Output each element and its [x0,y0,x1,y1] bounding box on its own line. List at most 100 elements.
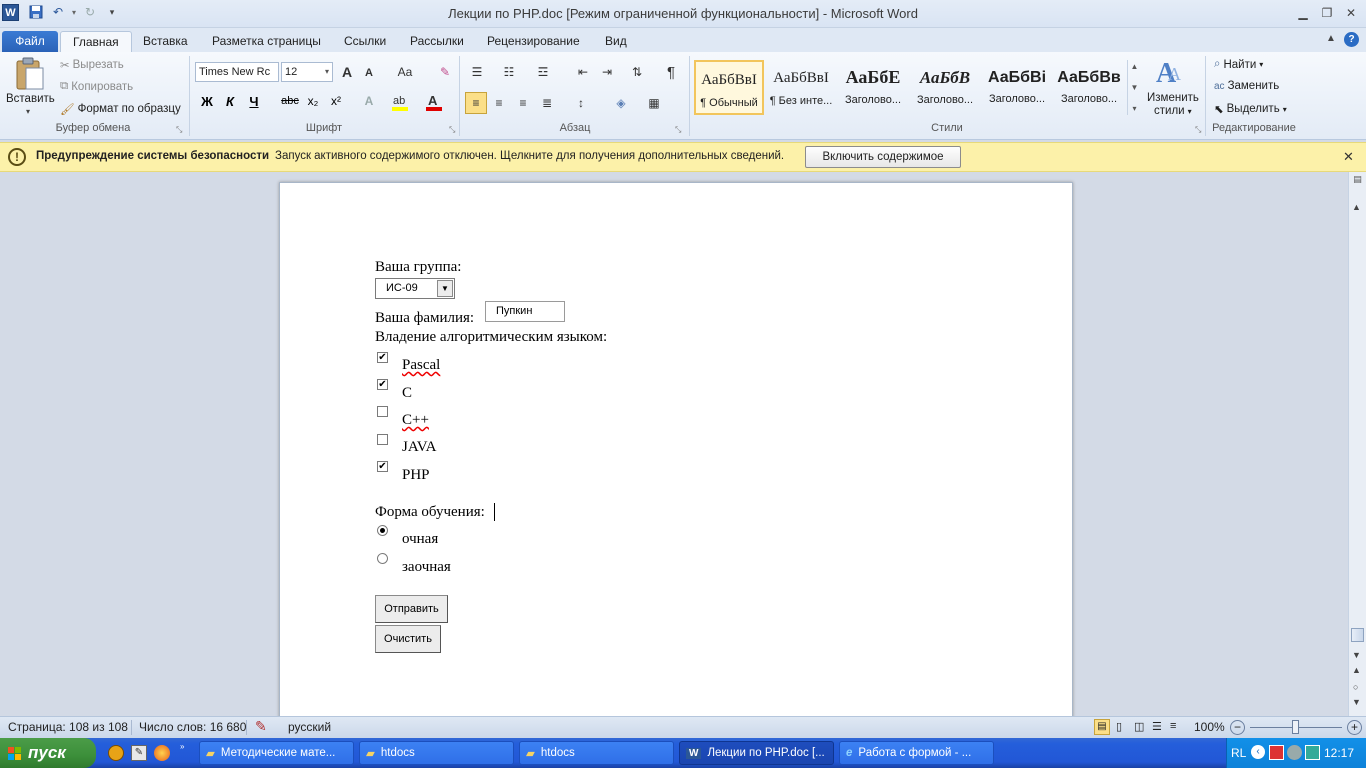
line-spacing-icon[interactable]: ↕ [572,94,590,112]
paragraph-launcher-icon[interactable]: ⤡ [675,125,681,135]
decrease-indent-icon[interactable]: ⇤ [574,63,592,81]
tab-home[interactable]: Главная [60,31,132,52]
style-heading-4[interactable]: АаБбВв Заголово... [1054,60,1124,115]
reset-button[interactable]: Очистить [375,625,441,653]
replace-button[interactable]: ac Заменить [1214,80,1279,92]
radio-part-time[interactable] [377,553,388,564]
style-heading-3[interactable]: АаБбВі Заголово... [982,60,1052,115]
font-color-icon[interactable]: A [424,92,444,112]
quicklaunch-expand-icon[interactable]: » [180,742,184,751]
change-styles-label[interactable]: Изменить [1147,92,1199,104]
style-normal[interactable]: АаБбВвІ ¶ Обычный [694,60,764,115]
font-launcher-icon[interactable]: ⤡ [449,125,455,135]
tab-view[interactable]: Вид [593,31,639,52]
select-button[interactable]: ⬉ Выделить ▾ [1214,102,1287,116]
surname-input[interactable]: Пупкин [485,301,565,322]
minimize-ribbon-icon[interactable]: ▲ [1326,33,1336,44]
checkbox-java[interactable] [377,434,388,445]
scroll-down-icon[interactable]: ▼ [1352,650,1361,660]
tab-page-layout[interactable]: Разметка страницы [200,31,333,52]
help-icon[interactable]: ? [1344,32,1359,47]
taskbar-item-folder[interactable]: ▰ htdocs [359,741,514,765]
superscript-button[interactable]: x² [327,92,345,110]
justify-button[interactable]: ≣ [538,94,556,112]
proofing-icon[interactable]: ✎ [255,718,267,735]
tab-review[interactable]: Рецензирование [475,31,592,52]
enable-content-button[interactable]: Включить содержимое [805,146,961,168]
subscript-button[interactable]: x₂ [304,92,322,110]
zoom-in-icon[interactable]: + [1347,720,1362,735]
page-counter[interactable]: Страница: 108 из 108 [8,720,128,734]
tab-references[interactable]: Ссылки [332,31,398,52]
font-size-input[interactable]: 12 ▾ [281,62,333,82]
close-icon[interactable]: ✕ [1340,4,1362,22]
align-left-button[interactable]: ≡ [465,92,487,114]
styles-gallery-scroll[interactable]: ▲ ▼ ▾ [1127,60,1141,115]
highlight-icon[interactable]: ab [390,92,410,112]
gallery-more-icon[interactable]: ▾ [1132,104,1136,113]
tray-collapse-icon[interactable]: ‹ [1251,745,1265,759]
security-message[interactable]: Запуск активного содержимого отключен. Щ… [275,150,784,162]
scroll-up-icon[interactable]: ▲ [1352,202,1361,212]
minimize-icon[interactable]: ▁ [1292,4,1314,22]
tab-mailings[interactable]: Рассылки [398,31,476,52]
change-case-icon[interactable]: Aa [394,63,416,81]
web-layout-icon[interactable]: ◫ [1134,720,1144,733]
multilevel-list-icon[interactable]: ☲ [534,63,552,81]
close-icon[interactable]: ✕ [1343,149,1354,165]
checkbox-php[interactable]: ✔ [377,461,388,472]
checkbox-cpp[interactable] [377,406,388,417]
taskbar-item-browser[interactable]: e Работа с формой - ... [839,741,994,765]
font-size-dropdown-icon[interactable]: ▾ [325,63,329,81]
chevron-down-icon[interactable]: ▼ [1131,83,1139,92]
style-heading-2[interactable]: АаБбВ Заголово... [910,60,980,115]
paste-dropdown-icon[interactable]: ▾ [26,107,30,116]
outline-icon[interactable]: ☰ [1152,720,1162,733]
radio-full-time[interactable] [377,525,388,536]
browse-object-icon[interactable]: ○ [1353,682,1358,692]
quicklaunch-app-icon[interactable] [108,745,124,761]
font-name-input[interactable]: Times New Rc [195,62,279,82]
increase-indent-icon[interactable]: ⇥ [598,63,616,81]
full-screen-reading-icon[interactable]: ▯ [1116,720,1122,733]
bold-button[interactable]: Ж [198,92,216,110]
numbering-icon[interactable]: ☷ [500,63,518,81]
checkbox-pascal[interactable]: ✔ [377,352,388,363]
checkbox-c[interactable]: ✔ [377,379,388,390]
align-right-button[interactable]: ≡ [514,94,532,112]
ruler-toggle-icon[interactable]: ▤ [1351,174,1364,184]
borders-icon[interactable]: ▦ [645,94,663,112]
zoom-level[interactable]: 100% [1194,720,1225,734]
underline-button[interactable]: Ч [245,92,263,110]
shrink-font-icon[interactable]: A [360,64,378,82]
chevron-up-icon[interactable]: ▲ [1131,62,1139,71]
find-button[interactable]: ⌕ Найти ▾ [1214,58,1263,71]
previous-page-icon[interactable]: ▲ [1352,665,1361,675]
keyboard-layout[interactable]: RL [1231,746,1246,760]
submit-button[interactable]: Отправить [375,595,448,623]
vertical-scrollbar[interactable]: ▤ ▲ ▼ ▲ ○ ▼ [1348,172,1366,716]
paste-button[interactable]: Вставить [6,93,55,105]
quicklaunch-firefox-icon[interactable] [154,745,170,761]
next-page-icon[interactable]: ▼ [1352,697,1361,707]
taskbar-item-folder[interactable]: ▰ htdocs [519,741,674,765]
align-center-button[interactable]: ≡ [490,94,508,112]
zoom-slider-thumb[interactable] [1292,720,1299,734]
language-indicator[interactable]: русский [288,720,331,734]
print-layout-icon[interactable]: ▤ [1094,719,1110,735]
change-styles-icon[interactable]: AA [1154,56,1190,89]
clock[interactable]: 12:17 [1324,746,1354,760]
copy-button[interactable]: ⧉ Копировать [60,80,133,93]
cut-button[interactable]: ✂ Вырезать [60,58,124,72]
zoom-out-icon[interactable]: − [1230,720,1245,735]
style-heading-1[interactable]: АаБбЕ Заголово... [838,60,908,115]
group-select[interactable]: ИС-09 ▼ [375,278,455,299]
chevron-down-icon[interactable]: ▼ [437,280,453,297]
sort-icon[interactable]: ⇅ [628,63,646,81]
word-count[interactable]: Число слов: 16 680 [139,720,246,734]
scroll-thumb[interactable] [1351,628,1364,642]
taskbar-item-folder[interactable]: ▰ Методические мате... [199,741,354,765]
draft-icon[interactable]: ≡ [1170,720,1176,732]
shading-icon[interactable]: ◈ [612,94,630,112]
taskbar-item-word[interactable]: W Лекции по PHP.doc [... [679,741,834,765]
